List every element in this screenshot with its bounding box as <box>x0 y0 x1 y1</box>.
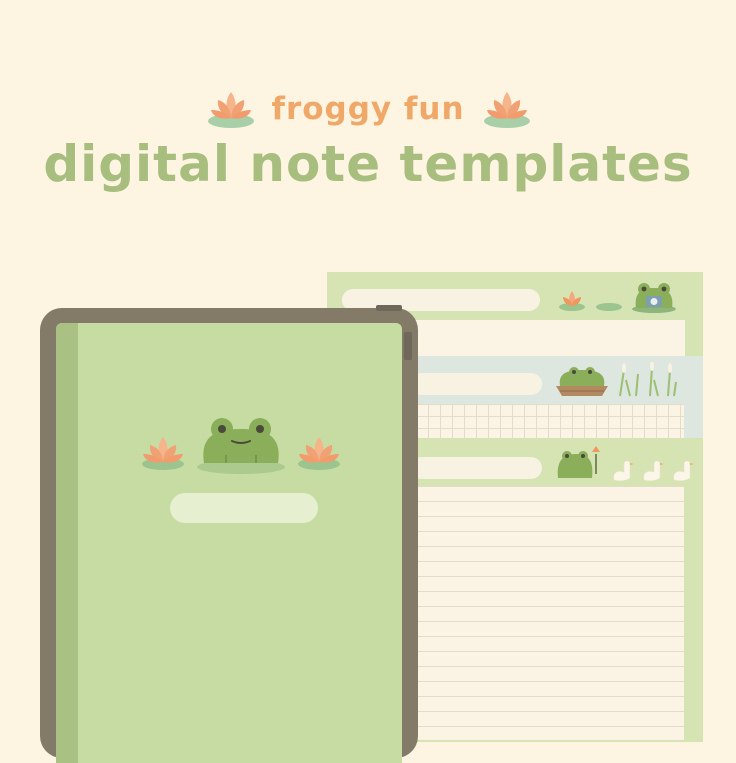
frog-icon <box>196 411 286 475</box>
page-title: digital note templates <box>43 135 693 193</box>
notebook-spine <box>56 323 78 763</box>
notebook-cover[interactable] <box>56 323 402 763</box>
lotus-icon <box>140 433 186 473</box>
template-page-lined[interactable] <box>398 440 703 740</box>
title-field[interactable] <box>410 457 542 479</box>
frog-camera-icon <box>630 280 678 314</box>
template-page-grid[interactable] <box>398 356 703 438</box>
duck-icon <box>608 456 698 484</box>
title-field[interactable] <box>410 373 542 395</box>
tablet-top-button <box>376 305 402 311</box>
tablet-side-button <box>404 332 412 360</box>
grid-area[interactable] <box>416 404 684 438</box>
subtitle: froggy fun <box>271 91 465 127</box>
lotus-icon <box>482 88 532 130</box>
lotus-icon <box>296 433 342 473</box>
frog-icon <box>554 444 602 484</box>
lotus-icon <box>557 288 587 312</box>
cover-title-field[interactable] <box>170 493 318 523</box>
reed-icon <box>614 362 680 398</box>
lily-pad-icon <box>595 302 623 312</box>
frog-boat-icon <box>554 364 610 398</box>
lined-area[interactable] <box>416 486 684 740</box>
